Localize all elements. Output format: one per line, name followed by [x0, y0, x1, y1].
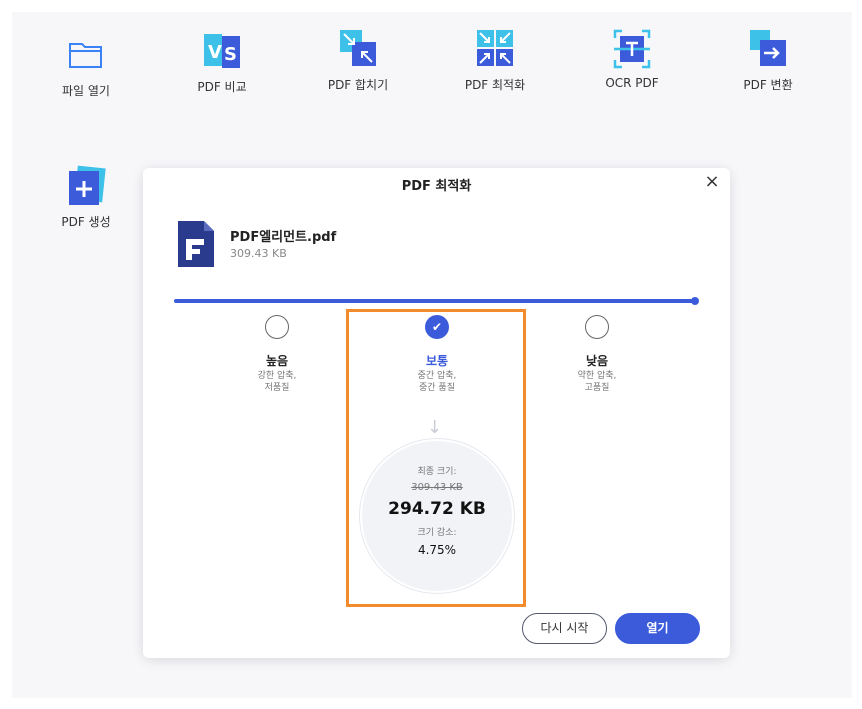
restart-button[interactable]: 다시 시작	[522, 613, 607, 644]
tool-label: PDF 생성	[61, 215, 111, 229]
tool-label: 파일 열기	[62, 84, 110, 98]
tool-label: PDF 변환	[743, 78, 793, 92]
tool-create-pdf[interactable]: PDF 생성	[31, 165, 141, 230]
compression-slider-track[interactable]	[174, 299, 696, 303]
create-pdf-icon	[66, 165, 106, 205]
svg-text:S: S	[224, 44, 237, 65]
radio-high[interactable]	[265, 315, 289, 339]
close-icon[interactable]: ×	[704, 173, 720, 191]
merge-icon	[338, 28, 378, 68]
file-size: 309.43 KB	[230, 247, 287, 260]
option-name: 높음	[265, 354, 289, 368]
tool-label: OCR PDF	[605, 76, 659, 90]
svg-text:V: V	[208, 42, 222, 63]
optimize-icon	[475, 28, 515, 68]
option-high[interactable]: 높음 강한 압축, 저품질	[217, 315, 337, 393]
dialog-title: PDF 최적화	[401, 179, 472, 194]
option-desc: 저품질	[264, 383, 290, 393]
tool-label: PDF 합치기	[327, 78, 389, 92]
folder-icon	[66, 34, 106, 74]
option-desc: 고품질	[584, 383, 610, 393]
option-desc: 약한 압축,	[577, 371, 617, 381]
highlight-box	[346, 309, 526, 607]
tool-ocr[interactable]: OCR PDF	[577, 28, 687, 90]
ocr-icon	[612, 28, 652, 69]
tool-optimize[interactable]: PDF 최적화	[440, 28, 550, 93]
tool-label: PDF 비교	[197, 80, 247, 94]
radio-low[interactable]	[585, 315, 609, 339]
tool-compare[interactable]: V S PDF 비교	[167, 30, 277, 95]
open-button[interactable]: 열기	[615, 613, 700, 644]
pdf-file-icon	[178, 221, 214, 267]
convert-icon	[748, 28, 788, 68]
file-name: PDF엘리먼트.pdf	[230, 230, 337, 245]
tool-label: PDF 최적화	[464, 78, 526, 92]
tool-convert[interactable]: PDF 변환	[713, 28, 823, 93]
slider-handle[interactable]	[691, 297, 699, 305]
tool-merge[interactable]: PDF 합치기	[303, 28, 413, 93]
option-name: 낮음	[585, 354, 609, 368]
option-desc: 강한 압축,	[257, 371, 297, 381]
tool-open-file[interactable]: 파일 열기	[31, 34, 141, 99]
option-low[interactable]: 낮음 약한 압축, 고품질	[537, 315, 657, 393]
compare-icon: V S	[202, 30, 242, 70]
